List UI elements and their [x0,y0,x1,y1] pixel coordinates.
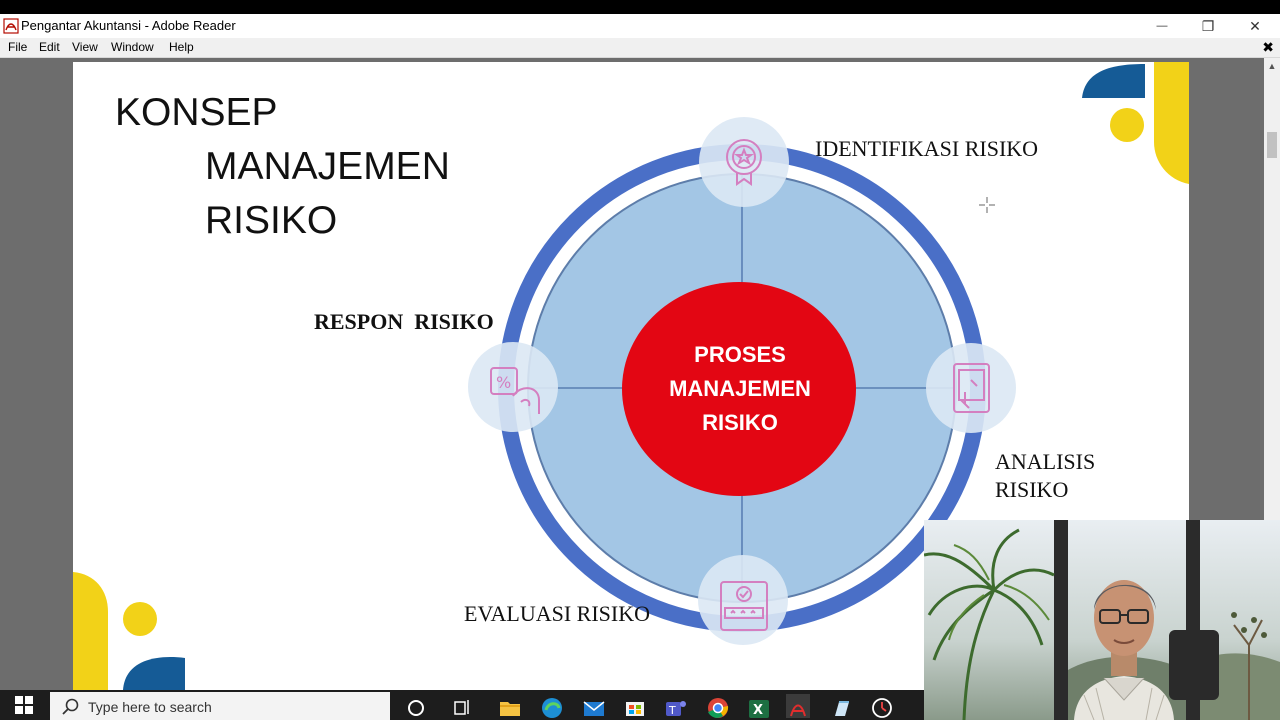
notepad-icon[interactable] [829,694,853,718]
scroll-up-icon[interactable]: ▲ [1264,58,1280,74]
label-evaluasi-risiko: EVALUASI RISIKO [464,601,650,626]
screen: Pengantar Akuntansi - Adobe Reader — ❐ ✕… [0,0,1280,720]
window-title: Pengantar Akuntansi - Adobe Reader [21,18,236,33]
slide-title-line2: MANAJEMEN [205,145,450,188]
minimize-button[interactable]: — [1139,14,1185,38]
corner-leaf-shape-left [123,657,185,690]
svg-text:T: T [668,704,676,717]
close-icon: ✕ [1249,17,1261,34]
teams-icon[interactable]: T [664,694,688,718]
minimize-icon: — [1156,20,1168,32]
mail-icon[interactable] [582,694,606,718]
center-line1: PROSES [694,342,786,367]
search-placeholder: Type here to search [88,699,212,715]
acrobat-icon[interactable] [786,694,810,718]
menu-help[interactable]: Help [169,40,194,54]
excel-icon[interactable]: X [747,694,771,718]
restore-button[interactable]: ❐ [1185,14,1231,38]
chrome-icon[interactable] [706,694,730,718]
close-document-icon[interactable]: ✖ [1262,39,1274,56]
cortana-icon[interactable] [404,694,428,718]
restore-icon: ❐ [1201,17,1215,34]
search-icon [62,698,79,715]
store-icon[interactable] [623,694,647,718]
crosshair-cursor-icon [979,197,995,213]
edge-icon[interactable] [540,694,564,718]
menu-edit[interactable]: Edit [39,40,60,54]
corner-dot-shape-left [123,602,157,636]
clock-app-icon[interactable] [870,694,894,718]
center-line2: MANAJEMEN [669,376,811,401]
center-line3: RISIKO [702,410,778,435]
task-view-icon[interactable] [451,694,475,718]
menu-view[interactable]: View [72,40,98,54]
presenter-video-image [924,520,1280,720]
scroll-thumb[interactable] [1267,132,1277,158]
slide-title: KONSEP MANAJEMEN RISIKO [115,86,450,248]
corner-dot-shape [1110,108,1144,142]
label-respon-risiko: RESPON RISIKO [314,309,494,334]
label-analisis-line1: ANALISIS [995,449,1096,474]
title-bar[interactable]: Pengantar Akuntansi - Adobe Reader — ❐ ✕ [0,14,1280,38]
slide-title-line1: KONSEP [115,91,278,134]
label-analisis-line2: RISIKO [995,477,1069,502]
corner-leaf-shape [1082,64,1145,98]
icon-halo-right [926,343,1016,433]
taskbar-search[interactable]: Type here to search [50,692,390,720]
svg-text:X: X [753,703,763,718]
start-button[interactable] [0,690,48,720]
icon-halo-left [468,342,558,432]
close-button[interactable]: ✕ [1232,14,1278,38]
center-text: PROSES MANAJEMEN RISIKO [622,338,858,440]
menu-bar: File Edit View Window Help ✖ [0,38,1280,58]
svg-text:%: % [496,373,511,392]
icon-halo-top [699,117,789,207]
menu-file[interactable]: File [8,40,27,54]
adobe-reader-icon [3,18,19,34]
slide-title-line3: RISIKO [205,199,338,242]
screen-top-strip [0,0,1280,14]
webcam-overlay [924,520,1280,720]
corner-bar-shape-left [73,572,108,690]
label-analisis-risiko: ANALISIS RISIKO [995,448,1095,504]
corner-bar-shape [1154,62,1189,184]
menu-window[interactable]: Window [111,40,154,54]
label-identifikasi-risiko: IDENTIFIKASI RISIKO [815,136,1039,161]
file-explorer-icon[interactable] [498,694,522,718]
windows-logo-icon [15,696,33,714]
